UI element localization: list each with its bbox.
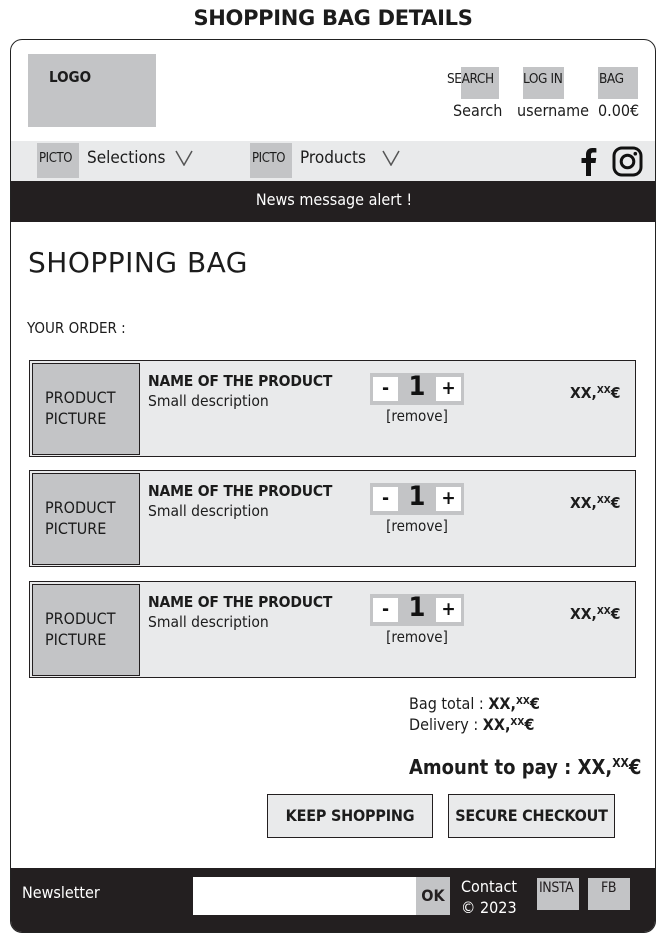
search-link[interactable]: Search: [453, 101, 502, 120]
price-main: XX,: [570, 384, 597, 402]
amount-main: XX,: [577, 755, 613, 779]
product-description: Small description: [148, 613, 269, 631]
price-currency: €: [610, 605, 621, 623]
your-order-label: YOUR ORDER :: [27, 319, 126, 337]
bag-total-label: Bag total :: [409, 694, 484, 713]
quantity-value: 1: [408, 371, 426, 402]
newsletter-label: Newsletter: [22, 883, 100, 902]
bag-total-value: XX,XX€: [488, 694, 540, 713]
nav-item-selections[interactable]: Selections: [87, 148, 165, 168]
product-picture[interactable]: PRODUCT PICTURE: [32, 584, 140, 676]
price-main: XX,: [570, 494, 597, 512]
quantity-stepper: - 1 +: [370, 371, 464, 405]
product-row: PRODUCT PICTURE NAME OF THE PRODUCT Smal…: [29, 360, 636, 457]
price-currency: €: [610, 384, 621, 402]
product-price: XX,XX€: [570, 605, 620, 623]
price-currency: €: [610, 494, 621, 512]
secure-checkout-button[interactable]: SECURE CHECKOUT: [448, 794, 615, 838]
bag-total-link[interactable]: 0.00€: [598, 101, 639, 120]
logo-label: LOGO: [49, 68, 92, 86]
product-price: XX,XX€: [570, 494, 620, 512]
bag-total-cents: XX: [515, 696, 530, 707]
product-name[interactable]: NAME OF THE PRODUCT: [148, 372, 332, 390]
chevron-down-icon[interactable]: [175, 150, 193, 166]
fb-label: FB: [601, 880, 617, 896]
bag-total-main: XX,: [488, 694, 516, 713]
delivery-currency: €: [524, 715, 535, 734]
product-row: PRODUCT PICTURE NAME OF THE PRODUCT Smal…: [29, 581, 636, 678]
insta-label: INSTA: [539, 880, 574, 896]
price-cents: XX: [596, 385, 611, 396]
delivery-value: XX,XX€: [483, 715, 535, 734]
decrease-quantity-button[interactable]: -: [373, 487, 398, 511]
price-cents: XX: [596, 495, 611, 506]
product-description: Small description: [148, 392, 269, 410]
delivery-label: Delivery :: [409, 715, 479, 734]
product-picture-label: PRODUCT PICTURE: [45, 609, 116, 649]
product-picture-label: PRODUCT PICTURE: [45, 388, 116, 428]
chevron-down-icon[interactable]: [382, 150, 400, 166]
amount-label: Amount to pay :: [409, 755, 572, 779]
newsletter-email-input[interactable]: [193, 877, 417, 915]
selections-picto-icon: PICTO: [37, 143, 79, 178]
wireframe-frame: LOGO SEARCH Search LOG IN username BAG 0…: [10, 39, 656, 933]
product-price: XX,XX€: [570, 384, 620, 402]
price-main: XX,: [570, 605, 597, 623]
contact-link[interactable]: Contact: [461, 876, 517, 897]
remove-product-link[interactable]: [remove]: [370, 628, 464, 646]
keep-shopping-button[interactable]: KEEP SHOPPING: [267, 794, 433, 838]
remove-product-link[interactable]: [remove]: [370, 517, 464, 535]
quantity-value: 1: [408, 592, 426, 623]
picto-label: PICTO: [252, 151, 286, 166]
fb-link[interactable]: FB: [588, 878, 630, 910]
quantity-stepper: - 1 +: [370, 592, 464, 626]
delivery-main: XX,: [482, 715, 511, 734]
contact-block: Contact © 2023: [461, 876, 517, 918]
delivery-cents: XX: [510, 717, 525, 728]
decrease-quantity-button[interactable]: -: [373, 377, 398, 401]
products-picto-icon: PICTO: [250, 143, 292, 178]
quantity-stepper: - 1 +: [370, 481, 464, 515]
news-alert-banner: News message alert !: [11, 181, 655, 222]
search-button[interactable]: SEARCH: [447, 67, 499, 99]
decrease-quantity-button[interactable]: -: [373, 598, 398, 622]
picto-label: PICTO: [39, 151, 73, 166]
amount-currency: €: [628, 755, 642, 779]
bag-button-label: BAG: [599, 71, 624, 87]
insta-link[interactable]: INSTA: [537, 878, 579, 910]
product-row: PRODUCT PICTURE NAME OF THE PRODUCT Smal…: [29, 470, 636, 567]
increase-quantity-button[interactable]: +: [436, 487, 461, 511]
username-link[interactable]: username: [517, 101, 589, 120]
product-picture[interactable]: PRODUCT PICTURE: [32, 473, 140, 565]
page-title: SHOPPING BAG DETAILS: [193, 6, 473, 30]
login-button[interactable]: LOG IN: [523, 67, 564, 99]
copyright: © 2023: [461, 898, 517, 917]
increase-quantity-button[interactable]: +: [436, 377, 461, 401]
shopping-bag-heading: SHOPPING BAG: [28, 246, 249, 279]
login-button-label: LOG IN: [523, 71, 563, 87]
footer: Newsletter OK Contact © 2023 INSTA FB: [11, 868, 655, 932]
logo[interactable]: LOGO: [28, 54, 156, 127]
instagram-icon[interactable]: [612, 146, 643, 177]
delivery-total: Delivery : XX,XX€: [409, 715, 534, 734]
search-button-label: SEARCH: [447, 71, 494, 87]
bag-button[interactable]: BAG: [598, 67, 638, 99]
product-picture[interactable]: PRODUCT PICTURE: [32, 363, 140, 455]
product-picture-label: PRODUCT PICTURE: [45, 498, 116, 538]
quantity-value: 1: [408, 481, 426, 512]
increase-quantity-button[interactable]: +: [436, 598, 461, 622]
remove-product-link[interactable]: [remove]: [370, 407, 464, 425]
main-nav: PICTO Selections PICTO Products: [11, 141, 655, 181]
nav-item-products[interactable]: Products: [300, 148, 366, 168]
product-description: Small description: [148, 502, 269, 520]
product-name[interactable]: NAME OF THE PRODUCT: [148, 593, 332, 611]
amount-cents: XX: [612, 756, 629, 770]
facebook-icon[interactable]: [578, 146, 598, 176]
newsletter-ok-button[interactable]: OK: [416, 877, 450, 915]
price-cents: XX: [596, 606, 611, 617]
amount-to-pay: Amount to pay : XX,XX€: [409, 755, 641, 779]
product-name[interactable]: NAME OF THE PRODUCT: [148, 482, 332, 500]
bag-total-currency: €: [529, 694, 540, 713]
bag-total: Bag total : XX,XX€: [409, 694, 540, 713]
